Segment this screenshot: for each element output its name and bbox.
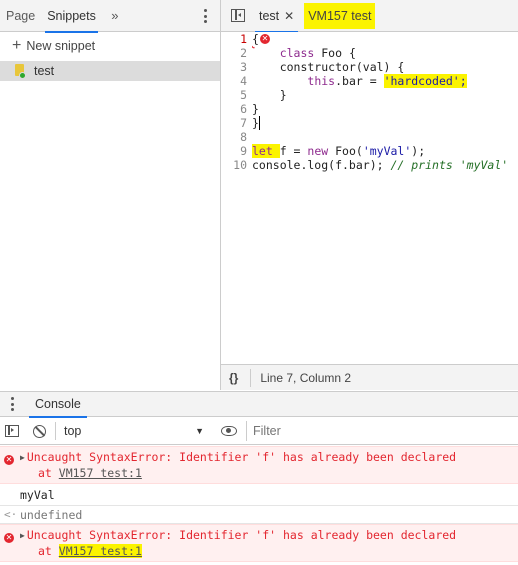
- close-icon[interactable]: ✕: [284, 0, 294, 32]
- line-number: 4: [240, 74, 247, 88]
- error-icon: ✕: [4, 533, 14, 543]
- tab-console[interactable]: Console: [29, 392, 87, 418]
- editor-tab-test[interactable]: test ✕: [255, 0, 299, 33]
- new-snippet-button[interactable]: + New snippet: [0, 32, 220, 59]
- stack-at: at: [38, 544, 59, 558]
- code-text: }: [252, 102, 259, 116]
- editor-tab-label: VM157 test: [308, 8, 372, 23]
- line-number: 1: [240, 32, 247, 46]
- code-text: let f = new Foo('myVal');: [252, 144, 426, 158]
- snippet-item-label: test: [34, 64, 55, 78]
- line-number: 5: [240, 88, 247, 102]
- cursor-position: Line 7, Column 2: [260, 370, 352, 385]
- return-arrow-icon: <·: [4, 508, 18, 521]
- filter-input[interactable]: Filter: [246, 421, 518, 441]
- error-icon[interactable]: ✕: [259, 33, 270, 44]
- line-number: 10: [233, 158, 247, 172]
- context-select-value: top: [64, 424, 82, 438]
- code-line: 3 constructor(val) {: [221, 60, 518, 74]
- divider: [55, 422, 56, 440]
- navigator-tabbar: Page Snippets »: [0, 0, 220, 33]
- code-text: }: [252, 116, 260, 130]
- stack-at: at: [38, 466, 59, 480]
- code-text: constructor(val) {: [252, 60, 405, 74]
- console-log-message: myVal: [0, 484, 518, 506]
- eye-icon[interactable]: [221, 426, 237, 436]
- code-line: 1 {✕: [221, 32, 518, 46]
- double-chevron-icon[interactable]: »: [106, 8, 124, 23]
- editor-pane: test ✕ VM157 test 1 {✕ 2 class Foo { 3 c…: [221, 0, 518, 390]
- line-number: 2: [240, 46, 247, 60]
- console-toolbar: top ▼ Filter: [0, 418, 518, 445]
- code-line: 8: [221, 130, 518, 144]
- filter-placeholder: Filter: [253, 424, 281, 438]
- source-link[interactable]: VM157 test:1: [58, 544, 142, 558]
- error-icon: ✕: [4, 455, 14, 465]
- editor-tabbar: test ✕ VM157 test: [221, 0, 518, 33]
- code-editor[interactable]: 1 {✕ 2 class Foo { 3 constructor(val) { …: [221, 32, 518, 364]
- pretty-print-button[interactable]: {}: [229, 371, 238, 385]
- tab-snippets[interactable]: Snippets: [41, 0, 102, 33]
- code-line: 5 }: [221, 88, 518, 102]
- code-text: }: [252, 88, 287, 102]
- context-select[interactable]: top ▼: [64, 424, 209, 438]
- code-text: this.bar = 'hardcoded';: [307, 74, 467, 88]
- source-link[interactable]: VM157 test:1: [59, 466, 142, 480]
- drawer-menu-icon[interactable]: [11, 397, 15, 411]
- code-text: class Foo {: [279, 46, 356, 60]
- editor-tab-vm157[interactable]: VM157 test: [304, 2, 376, 29]
- code-line: 10 console.log(f.bar); // prints 'myVal': [221, 158, 518, 172]
- line-number: 7: [240, 116, 247, 130]
- editor-statusbar: {} Line 7, Column 2: [221, 364, 518, 390]
- code-line: 2 class Foo {: [221, 46, 518, 60]
- console-error-message[interactable]: ✕ ▶ Uncaught SyntaxError: Identifier 'f' …: [0, 446, 518, 484]
- code-text: console.log(f.bar); // prints 'myVal': [252, 158, 509, 172]
- new-snippet-label: New snippet: [26, 38, 96, 53]
- code-text: {: [252, 32, 259, 46]
- line-number: 3: [240, 60, 247, 74]
- code-line: 6 }: [221, 102, 518, 116]
- editor-tab-label: test: [259, 8, 280, 23]
- code-line: 9 let f = new Foo('myVal');: [221, 144, 518, 158]
- divider: [250, 368, 252, 387]
- show-sidebar-icon[interactable]: [5, 425, 19, 437]
- snippet-item-test[interactable]: test: [0, 61, 220, 81]
- log-text: myVal: [20, 487, 55, 502]
- snippet-file-icon: [14, 64, 26, 79]
- clear-console-icon[interactable]: [33, 424, 46, 438]
- code-line: 7 }: [221, 116, 518, 130]
- code-line: 4 this.bar = 'hardcoded';: [221, 74, 518, 88]
- plus-icon: +: [12, 36, 22, 54]
- more-options-icon[interactable]: [204, 9, 208, 23]
- error-text: Uncaught SyntaxError: Identifier 'f' has…: [26, 528, 457, 542]
- console-result-message: <· undefined: [0, 506, 518, 524]
- line-number: 8: [240, 130, 247, 144]
- line-number: 9: [240, 144, 247, 158]
- drawer-tabbar: Console: [0, 391, 518, 418]
- console-error-message[interactable]: ✕ ▶ Uncaught SyntaxError: Identifier 'f' …: [0, 524, 518, 562]
- result-text: undefined: [20, 507, 83, 522]
- toggle-navigator-icon[interactable]: [231, 9, 245, 22]
- tab-page[interactable]: Page: [0, 0, 41, 32]
- line-number: 6: [240, 102, 247, 116]
- dropdown-arrow-icon: ▼: [195, 426, 204, 436]
- expand-triangle-icon[interactable]: ▶: [20, 453, 25, 462]
- expand-triangle-icon[interactable]: ▶: [20, 531, 25, 540]
- error-text: Uncaught SyntaxError: Identifier 'f' has…: [26, 450, 457, 464]
- console-messages: ✕ ▶ Uncaught SyntaxError: Identifier 'f' …: [0, 446, 518, 565]
- navigator-pane: Page Snippets » + New snippet test: [0, 0, 221, 390]
